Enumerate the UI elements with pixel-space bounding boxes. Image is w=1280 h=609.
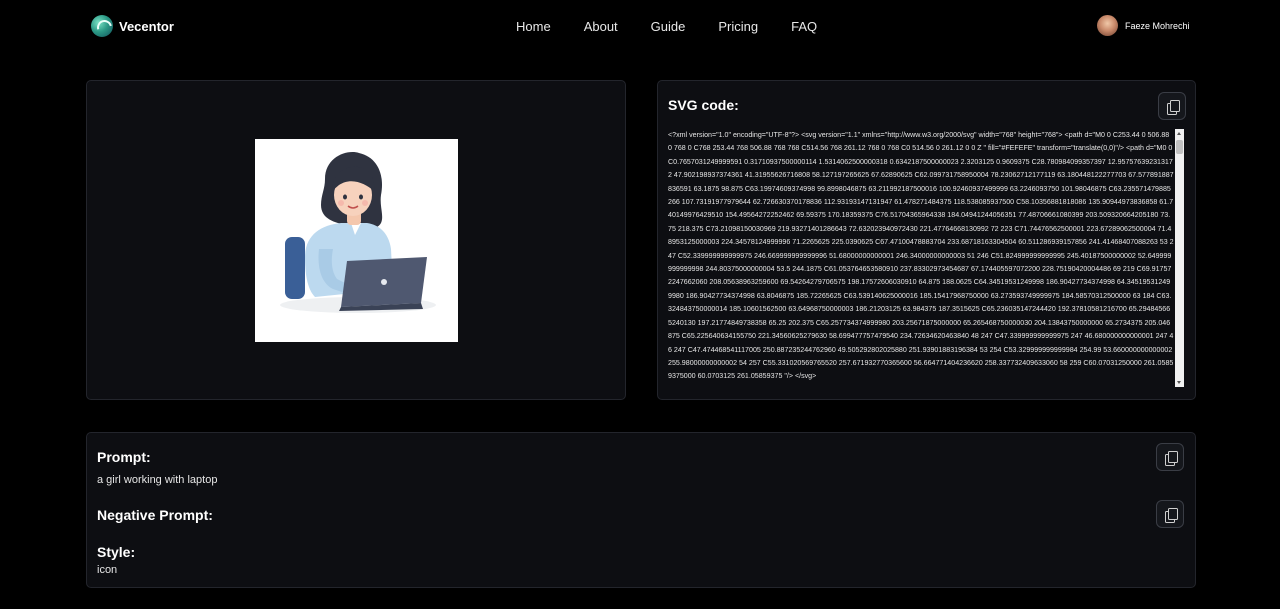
top-nav: Vecentor Home About Guide Pricing FAQ Fa… — [0, 0, 1280, 52]
copy-svg-button[interactable] — [1158, 92, 1186, 120]
copy-icon — [1167, 100, 1180, 115]
svg-code-text[interactable]: <?xml version="1.0" encoding="UTF-8"?> <… — [668, 129, 1174, 387]
nav-link-home[interactable]: Home — [516, 19, 551, 34]
brand[interactable]: Vecentor — [91, 15, 174, 37]
brand-name: Vecentor — [119, 18, 174, 34]
prompt-value: a girl working with laptop — [97, 474, 218, 486]
nav-link-guide[interactable]: Guide — [651, 19, 686, 34]
copy-icon — [1165, 451, 1178, 466]
style-label: Style: — [97, 544, 136, 560]
style-value: icon — [97, 564, 118, 576]
scroll-down-arrow-icon[interactable] — [1175, 378, 1184, 387]
prompt-label: Prompt: — [97, 449, 151, 465]
svg-code-box[interactable]: <?xml version="1.0" encoding="UTF-8"?> <… — [668, 129, 1185, 387]
scroll-up-arrow-icon[interactable] — [1175, 129, 1184, 138]
negative-prompt-label: Negative Prompt: — [97, 507, 213, 523]
copy-prompt-button[interactable] — [1156, 443, 1184, 471]
scroll-thumb[interactable] — [1176, 140, 1183, 154]
avatar — [1097, 15, 1118, 36]
vecentor-logo-icon — [91, 15, 113, 37]
user-name: Faeze Mohrechi — [1125, 20, 1190, 31]
svg-code-title: SVG code: — [668, 97, 739, 113]
generated-image — [255, 139, 458, 342]
code-scrollbar[interactable] — [1175, 129, 1184, 387]
girl-laptop-illustration — [280, 152, 436, 313]
image-preview-panel — [86, 80, 626, 400]
copy-icon — [1165, 508, 1178, 523]
svg-code-panel: SVG code: <?xml version="1.0" encoding="… — [657, 80, 1196, 400]
nav-link-faq[interactable]: FAQ — [791, 19, 817, 34]
prompt-info-panel: Prompt: a girl working with laptop Negat… — [86, 432, 1196, 588]
nav-link-pricing[interactable]: Pricing — [718, 19, 758, 34]
user-menu[interactable]: Faeze Mohrechi — [1097, 15, 1190, 36]
nav-links: Home About Guide Pricing FAQ — [516, 19, 817, 34]
copy-negative-prompt-button[interactable] — [1156, 500, 1184, 528]
nav-link-about[interactable]: About — [584, 19, 618, 34]
